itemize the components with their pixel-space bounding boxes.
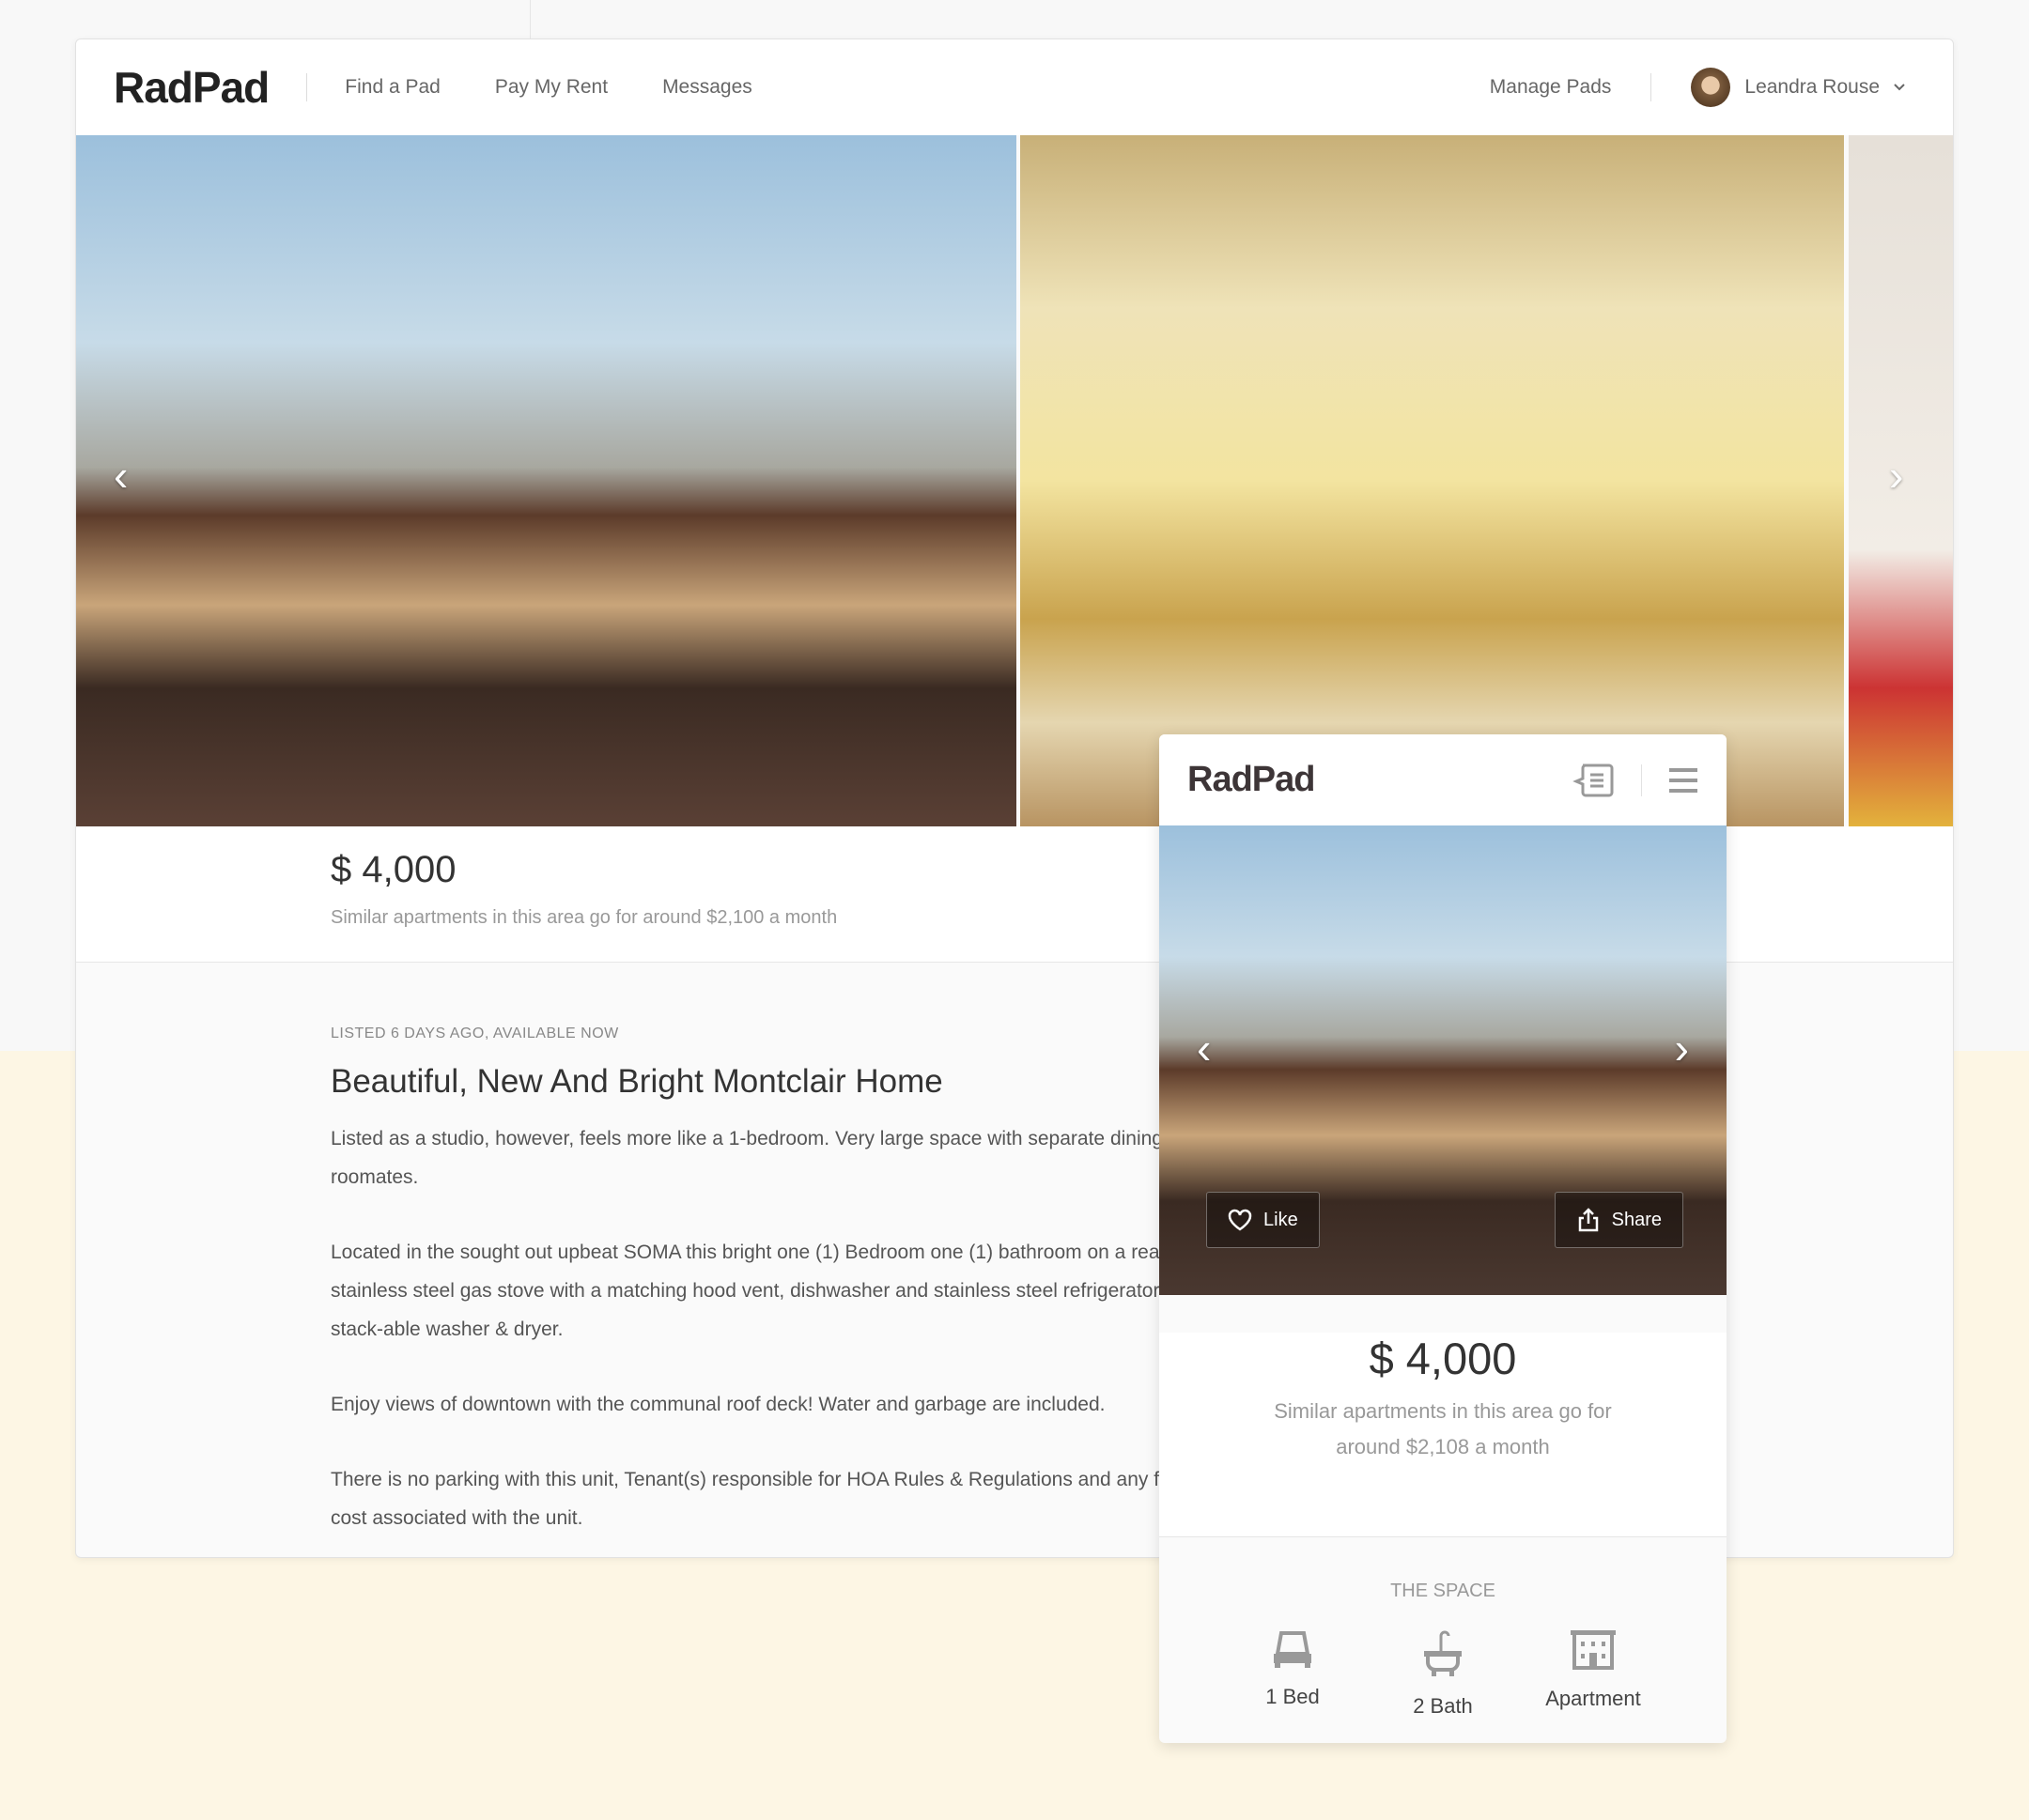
photo-roof-deck[interactable] [76, 135, 1016, 826]
nav-manage-pads[interactable]: Manage Pads [1490, 76, 1612, 99]
nav-messages[interactable]: Messages [662, 76, 752, 99]
mobile-logo[interactable]: RadPad [1187, 760, 1315, 800]
feature-apartment: Apartment [1518, 1630, 1668, 1719]
feature-bath: 2 Bath [1368, 1630, 1518, 1719]
like-label: Like [1263, 1209, 1298, 1230]
messages-icon[interactable] [1572, 763, 1615, 798]
chevron-down-icon[interactable] [1893, 83, 1906, 92]
feature-label: Apartment [1545, 1687, 1641, 1710]
bathtub-icon [1424, 1630, 1462, 1676]
photo-kitchen[interactable] [1020, 135, 1844, 826]
mobile-price: $ 4,000 [1159, 1333, 1727, 1384]
avatar[interactable] [1691, 68, 1731, 107]
building-icon [1571, 1630, 1616, 1670]
user-name[interactable]: Leandra Rouse [1744, 76, 1880, 99]
mobile-view-card: RadPad ‹ › Like Share $ 4,000 Similar ap… [1159, 734, 1727, 1743]
feature-bed: 1 Bed [1217, 1630, 1368, 1719]
logo[interactable]: RadPad [114, 62, 270, 113]
header-divider [1641, 763, 1642, 796]
mobile-header: RadPad [1159, 734, 1727, 825]
bed-icon [1274, 1631, 1311, 1668]
heart-icon [1228, 1209, 1252, 1231]
the-space-heading: THE SPACE [1390, 1581, 1495, 1601]
similar-price-note: Similar apartments in this area go for a… [331, 907, 838, 928]
menu-icon[interactable] [1668, 766, 1698, 794]
nav-divider [1650, 73, 1652, 101]
mobile-photo[interactable]: ‹ › Like Share [1159, 825, 1727, 1295]
nav-divider [306, 73, 308, 101]
like-button[interactable]: Like [1206, 1192, 1320, 1248]
chevron-right-icon[interactable]: › [1889, 450, 1903, 501]
space-features: 1 Bed 2 Bath Apartment [1159, 1630, 1727, 1719]
divider [530, 0, 531, 39]
nav-find-a-pad[interactable]: Find a Pad [345, 76, 441, 99]
top-nav: RadPad Find a Pad Pay My Rent Messages M… [76, 39, 1953, 135]
photo-gallery: ‹ › [76, 135, 1953, 826]
price: $ 4,000 [331, 849, 457, 890]
share-label: Share [1611, 1209, 1662, 1230]
chevron-right-icon[interactable]: › [1675, 1023, 1689, 1073]
feature-label: 2 Bath [1413, 1694, 1473, 1718]
mobile-similar-price-note: Similar apartments in this area go for a… [1274, 1399, 1612, 1458]
chevron-left-icon[interactable]: ‹ [1197, 1023, 1211, 1073]
mobile-price-section: $ 4,000 Similar apartments in this area … [1159, 1333, 1727, 1537]
share-icon [1578, 1208, 1598, 1232]
nav-pay-my-rent[interactable]: Pay My Rent [495, 76, 608, 99]
feature-label: 1 Bed [1265, 1685, 1320, 1708]
share-button[interactable]: Share [1554, 1192, 1683, 1248]
chevron-left-icon[interactable]: ‹ [114, 450, 128, 501]
